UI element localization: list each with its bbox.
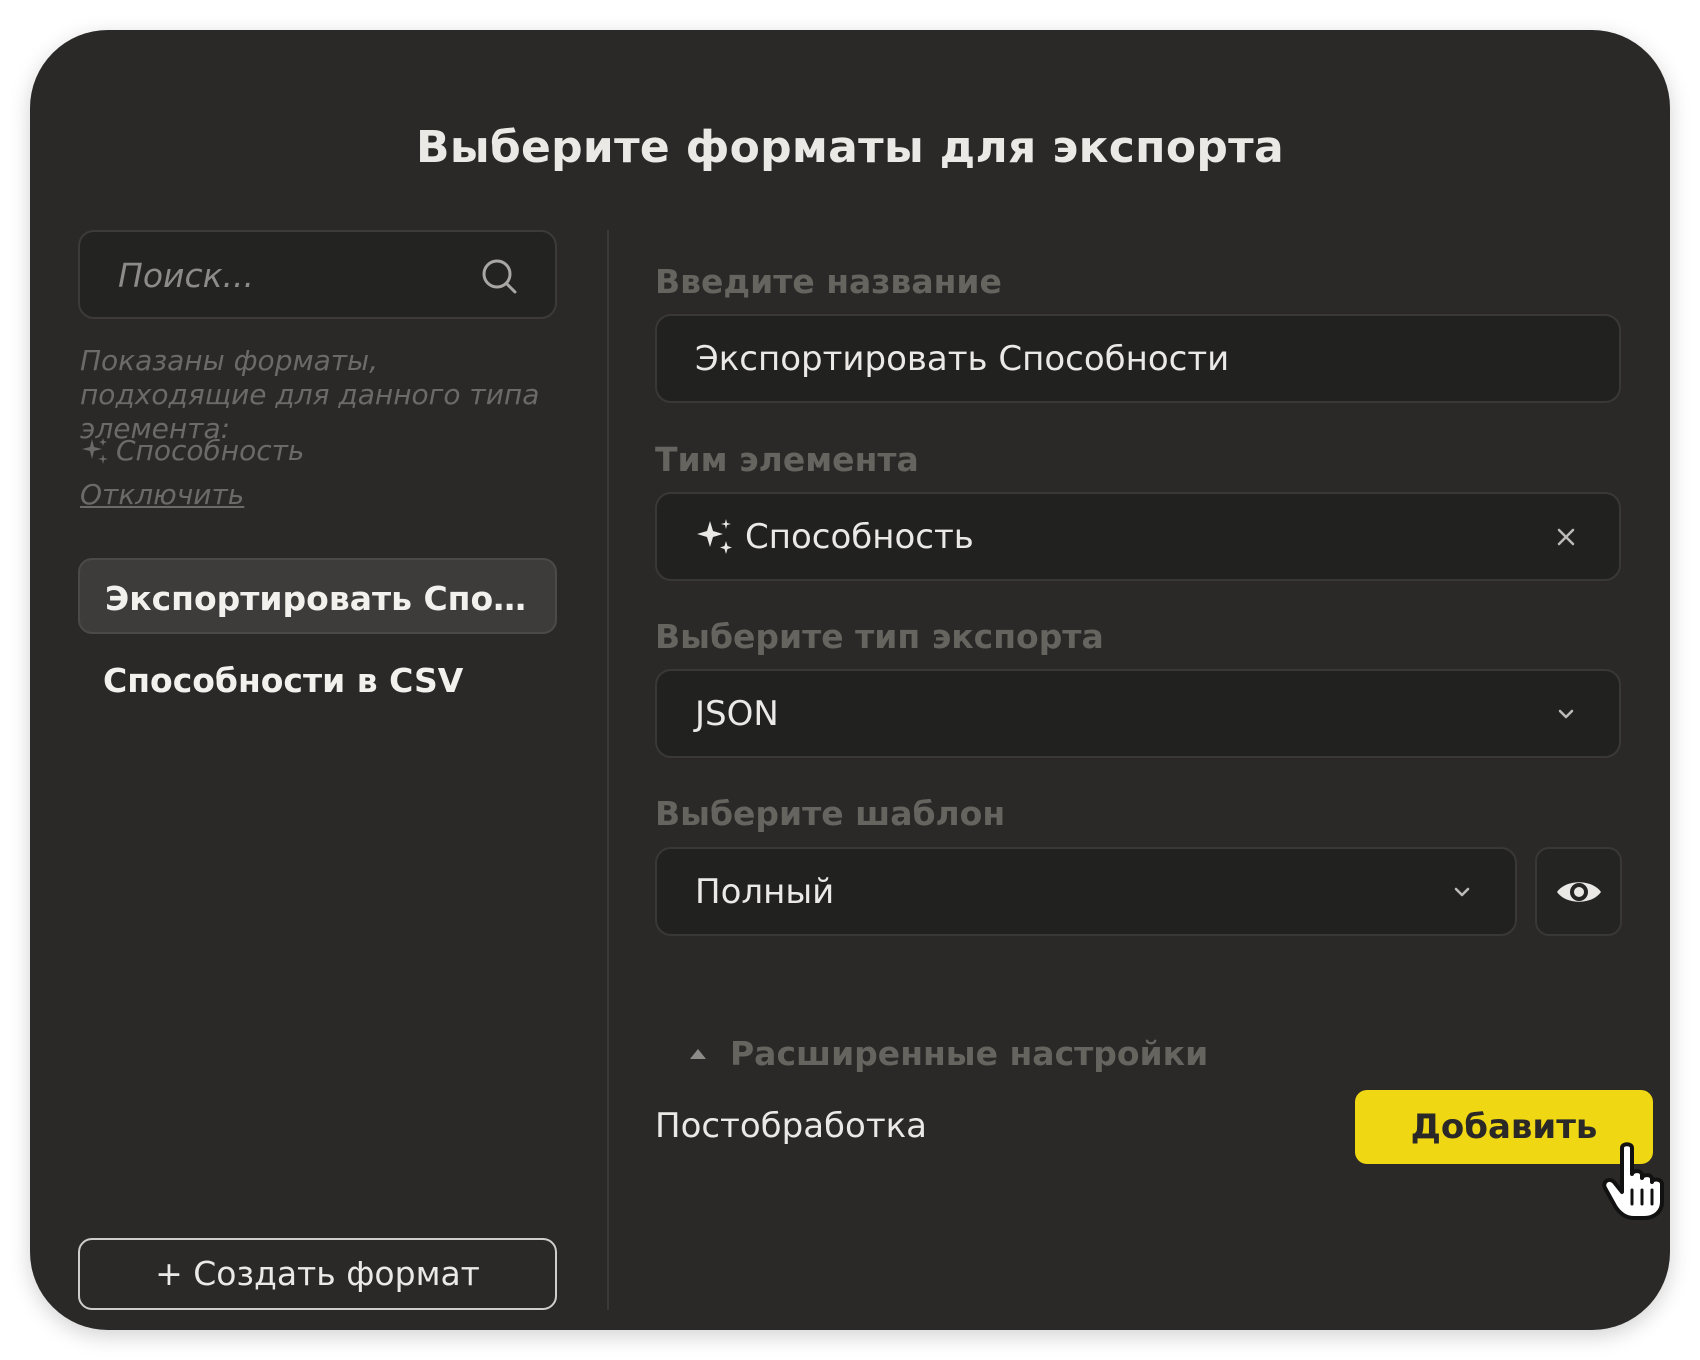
chevron-down-icon [1454,887,1470,896]
advanced-settings-toggle[interactable]: Расширенные настройки [688,1034,1208,1073]
postprocess-label: Постобработка [655,1106,927,1146]
name-field[interactable]: Экспортировать Способности [655,314,1621,403]
export-type-value: JSON [695,693,779,734]
filter-type: Способность [80,434,304,467]
preview-template-button[interactable] [1535,847,1622,936]
element-type-label: Тим элемента [655,440,919,479]
template-select[interactable]: Полный [655,847,1517,936]
sparkle-icon [697,518,732,554]
template-label: Выберите шаблон [655,794,1006,833]
name-field-value[interactable]: Экспортировать Способности [695,339,1581,379]
filter-type-label: Способность [116,434,305,467]
name-label: Введите название [655,262,1002,301]
export-type-select[interactable]: JSON [655,669,1621,758]
element-type-value: Способность [745,516,974,557]
close-icon[interactable] [1553,524,1579,550]
element-type-field[interactable]: Способность [655,492,1621,581]
triangle-up-icon [690,1048,706,1059]
export-formats-dialog: Выберите форматы для экспорта Поиск... П… [30,30,1670,1330]
dialog-title: Выберите форматы для экспорта [416,122,1284,173]
search-input[interactable]: Поиск... [118,256,254,295]
hand-pointer-icon [1602,1142,1664,1220]
panel-divider [607,230,609,1310]
format-list-item[interactable]: Способности в CSV [78,642,557,718]
template-value: Полный [695,871,835,912]
disable-filter-link[interactable]: Отключить [80,478,244,511]
advanced-settings-label: Расширенные настройки [730,1034,1209,1073]
search-box[interactable]: Поиск... [78,230,557,319]
chevron-down-icon [1558,709,1574,718]
format-filter-hint: Показаны форматы, подходящие для данного… [80,344,540,445]
eye-icon [1556,881,1601,902]
search-icon[interactable] [479,256,519,296]
create-format-button[interactable]: + Создать формат [78,1238,557,1310]
format-list-item-selected[interactable]: Экспортировать Способности [78,558,557,634]
export-type-label: Выберите тип экспорта [655,617,1104,656]
sparkle-icon [82,437,108,464]
